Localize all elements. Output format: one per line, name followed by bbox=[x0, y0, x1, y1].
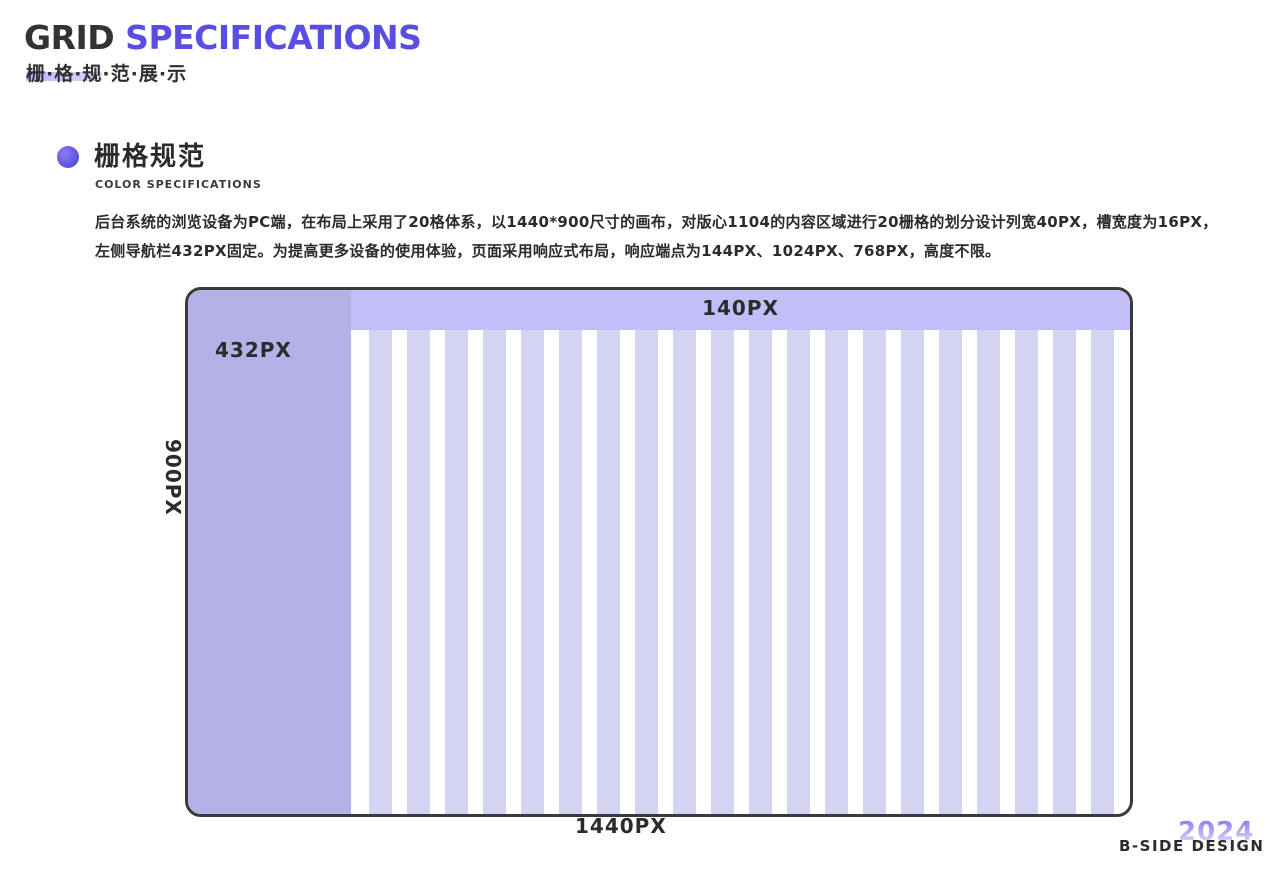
grid-column bbox=[1015, 330, 1038, 814]
grid-column bbox=[559, 330, 582, 814]
grid-column bbox=[369, 330, 392, 814]
sidebar-block: 432PX bbox=[188, 290, 351, 814]
brand-name: B-SIDE DESIGN bbox=[1119, 837, 1265, 855]
grid-column bbox=[483, 330, 506, 814]
grid-column bbox=[939, 330, 962, 814]
grid-column bbox=[635, 330, 658, 814]
section-title: 栅格规范 bbox=[94, 142, 207, 172]
grid-column bbox=[1053, 330, 1076, 814]
title-grid-word: GRID bbox=[24, 18, 115, 57]
grid-column bbox=[901, 330, 924, 814]
sidebar-width-label: 432PX bbox=[215, 338, 292, 362]
grid-column bbox=[787, 330, 810, 814]
grid-column bbox=[825, 330, 848, 814]
page-subtitle: 栅·格·规·范·展·示 bbox=[26, 63, 188, 85]
section-bullet-icon bbox=[57, 146, 79, 168]
grid-column bbox=[673, 330, 696, 814]
grid-column bbox=[445, 330, 468, 814]
grid-columns-area bbox=[351, 330, 1130, 814]
title-specifications-word: SPECIFICATIONS bbox=[125, 18, 422, 57]
top-band-label: 140PX bbox=[702, 296, 779, 320]
grid-column bbox=[863, 330, 886, 814]
canvas-width-label: 1440PX bbox=[575, 814, 667, 838]
top-band: 140PX bbox=[351, 290, 1130, 330]
canvas-height-label: 900PX bbox=[161, 439, 185, 516]
grid-column bbox=[1091, 330, 1114, 814]
grid-column bbox=[749, 330, 772, 814]
section-description: 后台系统的浏览设备为PC端，在布局上采用了20格体系，以1440*900尺寸的画… bbox=[95, 213, 1218, 260]
grid-column bbox=[597, 330, 620, 814]
grid-column bbox=[407, 330, 430, 814]
grid-column bbox=[711, 330, 734, 814]
grid-diagram-frame: 432PX 140PX bbox=[185, 287, 1133, 817]
page-title: GRID SPECIFICATIONS bbox=[24, 18, 422, 58]
section-subtitle: COLOR SPECIFICATIONS bbox=[95, 178, 262, 191]
grid-column bbox=[521, 330, 544, 814]
grid-column bbox=[977, 330, 1000, 814]
